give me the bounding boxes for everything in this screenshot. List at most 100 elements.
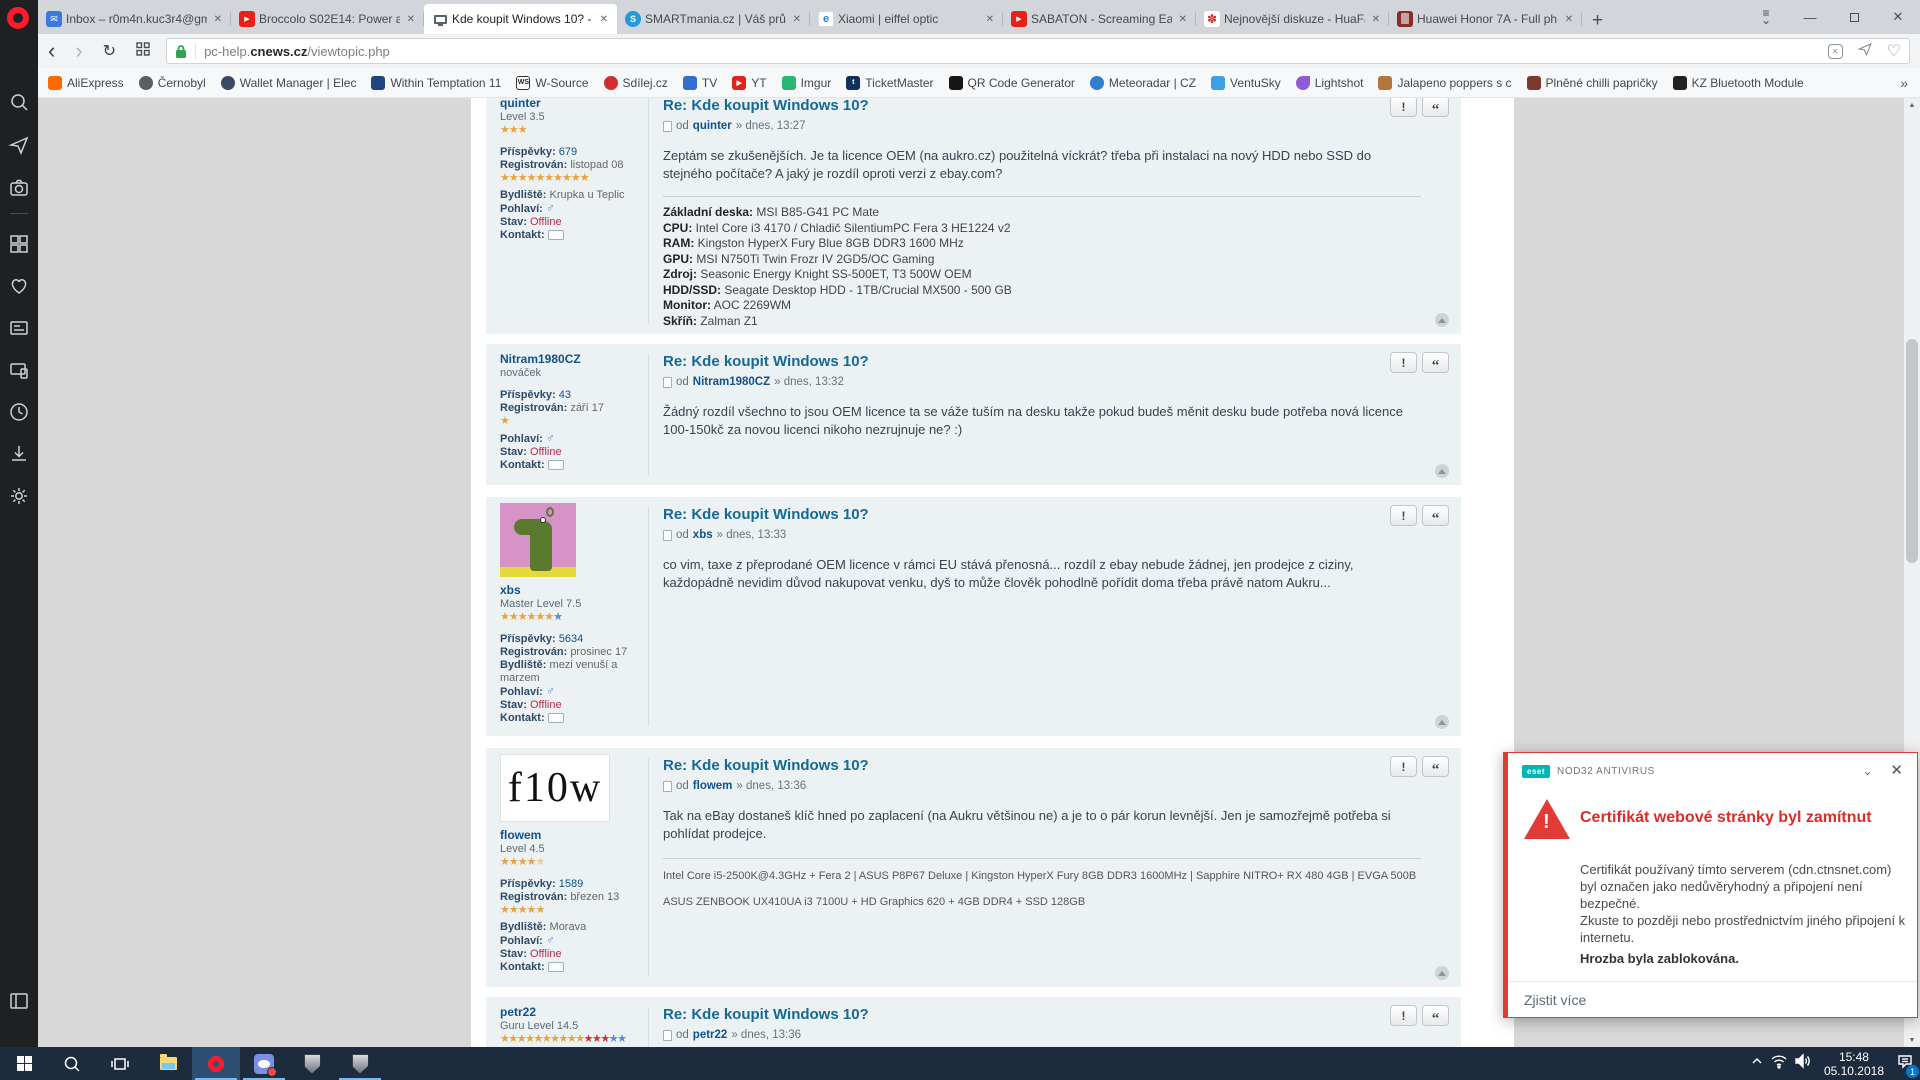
- bookmark-tv[interactable]: TV: [683, 76, 717, 90]
- search-tabs-icon[interactable]: [8, 92, 30, 114]
- report-button[interactable]: !: [1390, 756, 1417, 777]
- back-to-top-button[interactable]: [1435, 715, 1449, 729]
- scroll-down-icon[interactable]: ▼: [1904, 1033, 1920, 1047]
- start-button[interactable]: [0, 1047, 48, 1080]
- bookmark-lightshot[interactable]: Lightshot: [1296, 76, 1364, 90]
- tab-close-icon[interactable]: ✕: [790, 12, 804, 27]
- scroll-up-icon[interactable]: ▲: [1904, 98, 1920, 112]
- tab-close-icon[interactable]: ✕: [1369, 12, 1383, 27]
- speed-dial-icon[interactable]: [8, 233, 30, 255]
- forward-icon[interactable]: ›: [65, 40, 92, 62]
- tab-menu-icon[interactable]: ≡⌄: [1744, 10, 1788, 24]
- username-link[interactable]: flowem: [500, 828, 644, 843]
- wot-taskbar-button-1[interactable]: [288, 1047, 336, 1080]
- send-to-flow-icon[interactable]: [1857, 41, 1873, 62]
- bookmark-imgur[interactable]: Imgur: [782, 76, 832, 90]
- post-title-link[interactable]: Re: Kde koupit Windows 10?: [663, 98, 1421, 115]
- back-to-top-button[interactable]: [1435, 966, 1449, 980]
- bookmark-w-source[interactable]: WSW-Source: [516, 76, 588, 90]
- scrollbar-thumb[interactable]: [1906, 339, 1918, 563]
- bookmark-heart-icon[interactable]: ♡: [1887, 41, 1901, 61]
- bookmarks-overflow-chevron[interactable]: »: [1900, 75, 1920, 91]
- author-link[interactable]: quinter: [693, 119, 732, 133]
- minimize-icon[interactable]: —: [1788, 10, 1832, 25]
- task-view-button[interactable]: [96, 1047, 144, 1080]
- username-link[interactable]: petr22: [500, 1005, 644, 1020]
- blocked-badge-icon[interactable]: ✕: [1828, 44, 1843, 59]
- quote-button[interactable]: “: [1422, 352, 1449, 373]
- pm-icon[interactable]: [548, 460, 564, 470]
- author-link[interactable]: petr22: [693, 1028, 728, 1042]
- back-to-top-button[interactable]: [1435, 464, 1449, 478]
- tab-close-icon[interactable]: ✕: [597, 12, 611, 27]
- post-title-link[interactable]: Re: Kde koupit Windows 10?: [663, 1005, 1421, 1024]
- post-title-link[interactable]: Re: Kde koupit Windows 10?: [663, 505, 1421, 524]
- quote-button[interactable]: “: [1422, 98, 1449, 117]
- tab-smartmania[interactable]: S SMARTmania.cz | Váš průvo ✕: [617, 4, 810, 34]
- taskbar-search-button[interactable]: [48, 1047, 96, 1080]
- maximize-icon[interactable]: [1832, 10, 1876, 25]
- username-link[interactable]: Nitram1980CZ: [500, 352, 644, 367]
- pm-icon[interactable]: [548, 230, 564, 240]
- report-button[interactable]: !: [1390, 352, 1417, 373]
- bookmark-ventusky[interactable]: VentuSky: [1211, 76, 1281, 90]
- opera-taskbar-button[interactable]: [192, 1047, 240, 1080]
- tab-inbox[interactable]: ✉ Inbox – r0m4n.kuc3r4@gm ✕: [38, 4, 231, 34]
- bookmark-aliexpress[interactable]: AliExpress: [48, 76, 124, 90]
- bookmark-within-temptation[interactable]: Within Temptation 11: [371, 76, 501, 90]
- tab-close-icon[interactable]: ✕: [1176, 12, 1190, 27]
- bookmark-meteoradar[interactable]: Meteoradar | CZ: [1090, 76, 1196, 90]
- bookmark-ticketmaster[interactable]: tTicketMaster: [846, 76, 933, 90]
- taskbar-clock[interactable]: 15:4805.10.2018: [1818, 1050, 1890, 1078]
- quote-button[interactable]: “: [1422, 505, 1449, 526]
- snapshot-camera-icon[interactable]: [8, 177, 30, 199]
- tab-honor-7a[interactable]: Huawei Honor 7A - Full ph ✕: [1389, 4, 1582, 34]
- post-title-link[interactable]: Re: Kde koupit Windows 10?: [663, 756, 1421, 775]
- user-avatar[interactable]: [500, 503, 576, 577]
- tab-close-icon[interactable]: ✕: [1562, 12, 1576, 27]
- pm-icon[interactable]: [548, 713, 564, 723]
- report-button[interactable]: !: [1390, 1005, 1417, 1026]
- back-icon[interactable]: ‹: [38, 40, 65, 62]
- bookmark-jalapeno[interactable]: Jalapeno poppers s c: [1378, 76, 1511, 90]
- user-avatar[interactable]: f10w: [500, 754, 610, 822]
- bookmark-sdilej[interactable]: Sdílej.cz: [604, 76, 668, 90]
- pm-icon[interactable]: [548, 962, 564, 972]
- devices-icon[interactable]: [8, 359, 30, 381]
- quote-button[interactable]: “: [1422, 756, 1449, 777]
- report-button[interactable]: !: [1390, 98, 1417, 117]
- bookmark-wallet-manager[interactable]: Wallet Manager | Elec: [221, 76, 357, 90]
- action-center-button[interactable]: 1: [1896, 1053, 1914, 1074]
- my-flow-icon[interactable]: [8, 134, 30, 156]
- tab-close-icon[interactable]: ✕: [404, 12, 418, 27]
- notification-close-icon[interactable]: ✕: [1890, 761, 1903, 779]
- speed-dial-grid-icon[interactable]: [126, 42, 160, 61]
- post-title-link[interactable]: Re: Kde koupit Windows 10?: [663, 352, 1421, 371]
- speaker-icon[interactable]: [1794, 1053, 1812, 1074]
- author-link[interactable]: xbs: [693, 528, 713, 542]
- bookmark-yt[interactable]: ▶YT: [732, 76, 766, 90]
- author-link[interactable]: flowem: [693, 779, 733, 793]
- tab-forum-active[interactable]: Kde koupit Windows 10? - ✕: [424, 4, 617, 34]
- tab-close-icon[interactable]: ✕: [211, 12, 225, 27]
- author-link[interactable]: Nitram1980CZ: [693, 375, 770, 389]
- sidebar-panel-toggle-icon[interactable]: [8, 990, 30, 1012]
- bookmark-chilli[interactable]: Plněné chilli papričky: [1527, 76, 1658, 90]
- quote-button[interactable]: “: [1422, 1005, 1449, 1026]
- bookmark-cernobyl[interactable]: Černobyl: [139, 76, 206, 90]
- file-explorer-button[interactable]: [144, 1047, 192, 1080]
- collapse-chevron-icon[interactable]: ⌄: [1862, 763, 1873, 779]
- window-close-icon[interactable]: ✕: [1876, 9, 1920, 25]
- url-field[interactable]: pc-help.cnews.cz/viewtopic.php ✕ ♡: [166, 38, 1910, 64]
- learn-more-link[interactable]: Zjistit více: [1524, 992, 1586, 1008]
- tab-xiaomi[interactable]: e Xiaomi | eiffel optic ✕: [810, 4, 1003, 34]
- tab-close-icon[interactable]: ✕: [983, 12, 997, 27]
- padlock-icon[interactable]: [175, 44, 187, 59]
- tab-youtube-sabaton[interactable]: ▶ SABATON - Screaming Eag ✕: [1003, 4, 1196, 34]
- personal-news-icon[interactable]: [8, 317, 30, 339]
- username-link[interactable]: quinter: [500, 98, 644, 111]
- reload-icon[interactable]: ↻: [93, 41, 126, 61]
- settings-gear-icon[interactable]: [8, 485, 30, 507]
- bookmark-kz-bluetooth[interactable]: KZ Bluetooth Module: [1673, 76, 1804, 90]
- history-clock-icon[interactable]: [8, 401, 30, 423]
